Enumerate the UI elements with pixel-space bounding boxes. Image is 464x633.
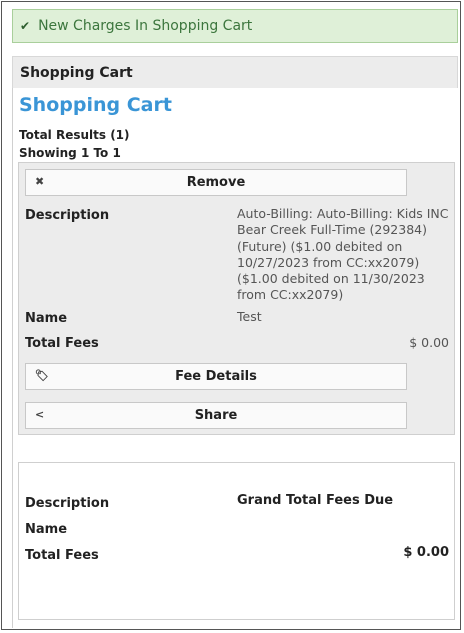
fee-details-button-label: Fee Details xyxy=(175,369,257,384)
success-alert: ✔ New Charges In Shopping Cart xyxy=(12,9,458,43)
cart-item-card: ✖ Remove Description Auto-Billing: Auto-… xyxy=(18,162,455,435)
tag-icon: 🏷 xyxy=(35,369,49,382)
check-icon: ✔ xyxy=(20,19,31,33)
summary-total-fees-value: $ 0.00 xyxy=(403,545,449,560)
remove-button[interactable]: ✖ Remove xyxy=(25,169,407,196)
panel-left-border xyxy=(12,88,13,628)
panel-header: Shopping Cart xyxy=(12,56,458,88)
total-fees-label: Total Fees xyxy=(25,336,99,351)
showing-range: Showing 1 To 1 xyxy=(19,146,121,160)
description-value: Auto-Billing: Auto-Billing: Kids INC Bea… xyxy=(237,206,449,303)
total-results: Total Results (1) xyxy=(19,128,130,142)
total-fees-value: $ 0.00 xyxy=(409,335,449,350)
page-title: Shopping Cart xyxy=(19,94,172,116)
fee-details-button[interactable]: 🏷 Fee Details xyxy=(25,363,407,390)
summary-total-fees-label: Total Fees xyxy=(25,548,99,563)
summary-description-value: Grand Total Fees Due xyxy=(237,493,394,508)
name-label: Name xyxy=(25,311,68,326)
summary-description-label: Description xyxy=(25,496,110,511)
name-value: Test xyxy=(237,309,262,324)
summary-name-label: Name xyxy=(25,522,68,537)
description-label: Description xyxy=(25,208,110,223)
alert-text: New Charges In Shopping Cart xyxy=(38,18,253,34)
close-icon: ✖ xyxy=(35,175,45,188)
share-button[interactable]: < Share xyxy=(25,402,407,429)
remove-button-label: Remove xyxy=(186,175,246,190)
share-icon: < xyxy=(35,408,45,421)
share-button-label: Share xyxy=(194,408,238,423)
summary-card: Description Grand Total Fees Due Name To… xyxy=(18,462,455,620)
